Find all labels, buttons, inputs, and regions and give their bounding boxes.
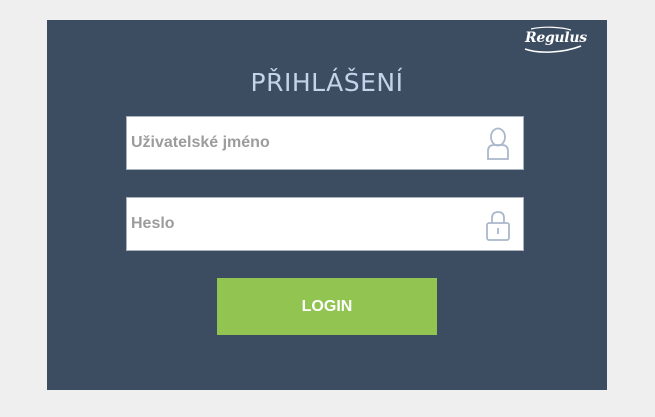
login-panel: Regulus PŘIHLÁŠENÍ LOGIN — [47, 20, 607, 390]
lock-icon — [486, 211, 510, 241]
username-field — [126, 116, 524, 170]
password-input[interactable] — [127, 198, 471, 250]
user-icon — [487, 127, 509, 160]
logo-text: Regulus — [525, 30, 587, 46]
regulus-logo: Regulus — [521, 25, 587, 55]
username-input[interactable] — [127, 117, 471, 169]
login-button[interactable]: LOGIN — [217, 278, 437, 335]
page-title: PŘIHLÁŠENÍ — [250, 68, 404, 97]
password-field — [126, 197, 524, 251]
